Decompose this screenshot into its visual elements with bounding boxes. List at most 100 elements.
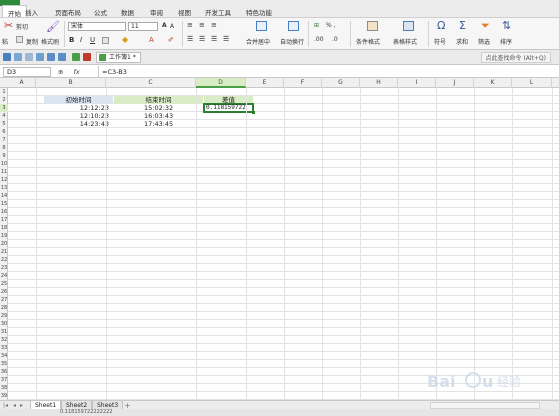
fill-color-icon[interactable]: ◆ [122, 35, 128, 44]
name-box[interactable]: D3 [3, 67, 51, 77]
align-top-icon[interactable]: ≡ [187, 21, 193, 29]
omega-icon[interactable]: Ω [437, 20, 445, 32]
border-icon[interactable] [102, 37, 109, 44]
scissors-icon[interactable]: ✂ [4, 20, 13, 32]
export-icon[interactable] [36, 53, 44, 61]
column-header-h[interactable]: H [360, 78, 398, 88]
row-header-38[interactable]: 38 [0, 384, 8, 392]
row-header-17[interactable]: 17 [0, 216, 8, 224]
tab-page-layout[interactable]: 页面布局 [55, 7, 81, 17]
row-header-9[interactable]: 9 [0, 152, 8, 160]
column-header-a[interactable]: A [8, 78, 36, 88]
cell-grid[interactable]: 初始时间 结束时间 差值 12:12:23 12:10:23 14:23:43 … [8, 88, 559, 400]
column-header-b[interactable]: B [36, 78, 106, 88]
column-header-f[interactable]: F [284, 78, 322, 88]
row-header-7[interactable]: 7 [0, 136, 8, 144]
column-header-d[interactable]: D [196, 78, 246, 88]
row-header-4[interactable]: 4 [0, 112, 8, 120]
cell-c4[interactable]: 16:03:43 [114, 112, 203, 120]
font-name-select[interactable]: 宋体 [68, 22, 126, 31]
cell-c5[interactable]: 17:43:45 [114, 120, 203, 128]
row-header-5[interactable]: 5 [0, 120, 8, 128]
column-header-g[interactable]: G [322, 78, 360, 88]
number-format-icon[interactable]: ⊞ [314, 22, 319, 29]
tab-special[interactable]: 特色功能 [246, 7, 272, 17]
row-header-35[interactable]: 35 [0, 360, 8, 368]
tab-formula[interactable]: 公式 [94, 7, 107, 17]
tab-insert[interactable]: 插入 [25, 7, 38, 17]
row-header-2[interactable]: 2 [0, 96, 8, 104]
tab-review[interactable]: 审阅 [150, 7, 163, 17]
row-header-29[interactable]: 29 [0, 312, 8, 320]
cell-b3[interactable]: 12:12:23 [44, 104, 113, 112]
italic-icon[interactable]: I [80, 36, 82, 44]
fx-label[interactable]: fx [74, 68, 80, 76]
sum-label[interactable]: 求和 [456, 37, 468, 46]
row-header-6[interactable]: 6 [0, 128, 8, 136]
spellcheck-icon[interactable] [72, 53, 80, 61]
formula-input[interactable]: =C3-B3 [98, 66, 553, 78]
column-header-i[interactable]: I [398, 78, 436, 88]
increase-decimal-icon[interactable]: .00 [314, 36, 324, 43]
column-header-k[interactable]: K [474, 78, 512, 88]
row-header-37[interactable]: 37 [0, 376, 8, 384]
justify-icon[interactable]: ☰ [223, 35, 229, 43]
cell-c3[interactable]: 15:02:32 [114, 104, 203, 112]
row-header-11[interactable]: 11 [0, 168, 8, 176]
align-middle-icon[interactable]: ≡ [199, 21, 205, 29]
merge-center-icon[interactable] [256, 21, 267, 31]
cut-label[interactable]: 剪切 [16, 22, 28, 31]
cell-c2[interactable]: 结束时间 [114, 96, 203, 104]
find-command-box[interactable]: 点此查找命令 (Alt+Q) [480, 52, 551, 63]
row-header-3[interactable]: 3 [0, 104, 8, 112]
clear-format-icon[interactable]: ✐ [168, 36, 174, 44]
row-header-14[interactable]: 14 [0, 192, 8, 200]
wrap-text-icon[interactable] [288, 21, 299, 31]
grow-font-icon[interactable]: A [162, 22, 167, 29]
cell-b5[interactable]: 14:23:43 [44, 120, 113, 128]
decrease-decimal-icon[interactable]: .0 [332, 36, 338, 43]
row-header-27[interactable]: 27 [0, 296, 8, 304]
format-painter-icon[interactable]: 🖌 [46, 21, 60, 33]
save-icon[interactable] [3, 53, 11, 61]
percent-comma-buttons[interactable]: % , [326, 22, 336, 29]
copy-label[interactable]: 复制 [26, 37, 38, 46]
row-header-25[interactable]: 25 [0, 280, 8, 288]
sum-icon[interactable]: Σ [459, 20, 466, 32]
row-header-32[interactable]: 32 [0, 336, 8, 344]
row-header-19[interactable]: 19 [0, 232, 8, 240]
row-header-24[interactable]: 24 [0, 272, 8, 280]
document-tab[interactable]: 工作簿1 * [96, 52, 141, 63]
dropdown-icon[interactable] [83, 53, 91, 61]
zoom-icon[interactable]: ⊕ [58, 68, 63, 76]
align-left-icon[interactable]: ☰ [187, 35, 193, 43]
preview-icon[interactable] [25, 53, 33, 61]
paste-label[interactable]: 粘 [2, 37, 8, 46]
row-header-20[interactable]: 20 [0, 240, 8, 248]
tab-data[interactable]: 数据 [121, 7, 134, 17]
redo-icon[interactable] [58, 53, 66, 61]
font-size-select[interactable]: 11 [128, 22, 158, 31]
table-style-icon[interactable] [403, 21, 414, 31]
align-center-icon[interactable]: ☰ [199, 35, 205, 43]
column-header-l[interactable]: L [512, 78, 552, 88]
tab-start[interactable]: 开始 [2, 5, 27, 18]
row-header-28[interactable]: 28 [0, 304, 8, 312]
row-header-34[interactable]: 34 [0, 352, 8, 360]
row-header-12[interactable]: 12 [0, 176, 8, 184]
row-header-16[interactable]: 16 [0, 208, 8, 216]
row-header-1[interactable]: 1 [0, 88, 8, 96]
row-header-21[interactable]: 21 [0, 248, 8, 256]
function-icon[interactable]: ⊕ fx [58, 67, 80, 77]
sort-icon[interactable]: ⇅ [502, 20, 511, 32]
column-header-c[interactable]: C [106, 78, 196, 88]
row-header-13[interactable]: 13 [0, 184, 8, 192]
horizontal-scrollbar[interactable] [430, 402, 540, 409]
merge-center-label[interactable]: 合并居中 [246, 37, 270, 46]
row-header-30[interactable]: 30 [0, 320, 8, 328]
column-header-j[interactable]: J [436, 78, 474, 88]
tab-view[interactable]: 视图 [178, 7, 191, 17]
conditional-format-icon[interactable] [367, 21, 378, 31]
underline-icon[interactable]: U [90, 36, 95, 44]
cell-b2[interactable]: 初始时间 [44, 96, 113, 104]
